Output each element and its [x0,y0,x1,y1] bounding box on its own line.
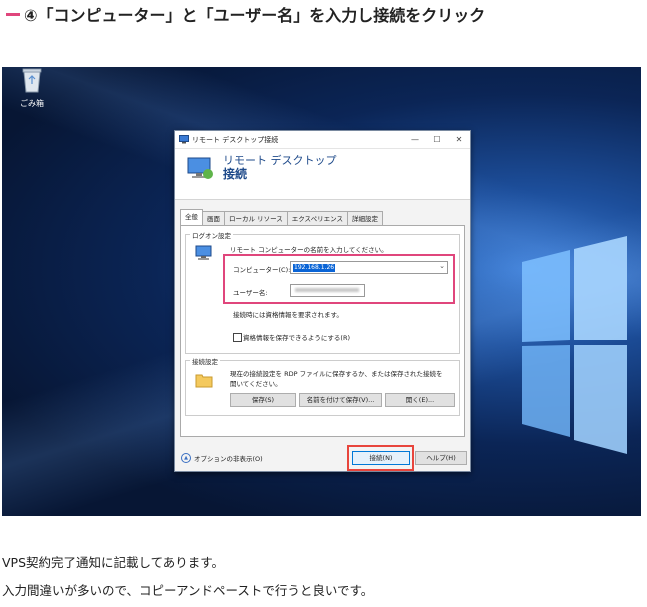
credentials-note: 接続時には資格情報を要求されます。 [233,311,343,319]
options-toggle-label: オプションの非表示(O) [194,455,263,463]
tab-general[interactable]: 全般 [180,209,203,226]
tab-local-resources[interactable]: ローカル リソース [224,211,288,226]
help-button[interactable]: ヘルプ(H) [415,451,467,465]
maximize-icon[interactable]: ☐ [426,135,448,144]
logon-settings-group: ログオン設定 リモート コンピューターの名前を入力してください。 コンピューター… [185,230,460,354]
options-toggle[interactable]: ▲ オプションの非表示(O) [181,453,263,463]
heading-accent-bar [6,12,20,16]
folder-icon [195,374,213,388]
heading-text: ④「コンピューター」と「ユーザー名」を入力し接続をクリック [24,6,486,25]
input-highlight-box [223,254,455,304]
tab-advanced[interactable]: 詳細設定 [346,211,383,226]
banner-title-line1: リモート デスクトップ [223,154,337,167]
tab-display[interactable]: 画面 [202,211,225,226]
save-button[interactable]: 保存(S) [230,393,296,407]
open-button[interactable]: 開く(E)... [385,393,455,407]
dialog-banner: リモート デスクトップ 接続 [175,149,470,200]
save-credentials-label: 資格情報を保存できるようにする(R) [243,334,351,342]
dialog-tabs: 全般 画面 ローカル リソース エクスペリエンス 詳細設定 [180,209,383,226]
chevron-up-icon: ▲ [181,453,191,463]
close-icon[interactable]: ✕ [448,135,470,144]
caption-line-2: 入力間違いが多いので、コピーアンドペーストで行うと良いです。 [2,583,374,598]
caption-line-1: VPS契約完了通知に記載してあります。 [2,555,225,570]
windows-logo-icon [522,232,627,457]
connect-highlight-box [347,445,414,471]
connection-settings-group: 接続設定 現在の接続設定を RDP ファイルに保存するか、または保存された接続を… [185,356,460,416]
recycle-bin-label: ごみ箱 [20,99,44,108]
general-tab-panel: ログオン設定 リモート コンピューターの名前を入力してください。 コンピューター… [180,225,465,437]
minimize-icon[interactable]: — [404,135,426,144]
tab-experience[interactable]: エクスペリエンス [286,211,348,226]
connection-desc-line2: 開いてください。 [230,380,282,388]
dialog-titlebar: リモート デスクトップ接続 — ☐ ✕ [175,131,470,149]
rdp-banner-icon [187,157,213,179]
connection-desc-line1: 現在の接続設定を RDP ファイルに保存するか、または保存された接続を [230,370,443,378]
save-as-button[interactable]: 名前を付けて保存(V)... [299,393,382,407]
save-credentials-checkbox[interactable] [233,333,242,342]
recycle-bin-icon [22,68,42,93]
remote-desktop-dialog: リモート デスクトップ接続 — ☐ ✕ リモート デスクトップ 接続 全般 画面… [174,130,471,472]
logon-group-label: ログオン設定 [190,230,233,240]
dialog-title: リモート デスクトップ接続 [192,135,279,144]
connection-group-label: 接続設定 [190,356,220,366]
rdp-app-icon [179,135,189,144]
computer-icon [195,245,212,260]
banner-title-line2: 接続 [223,167,248,181]
step-heading: ④「コンピューター」と「ユーザー名」を入力し接続をクリック [6,3,485,25]
recycle-bin[interactable]: ごみ箱 [18,67,46,115]
logon-instruction: リモート コンピューターの名前を入力してください。 [230,246,388,254]
desktop-screenshot: ごみ箱 リモート デスクトップ接続 — ☐ ✕ リモート デスクトップ 接続 全… [2,67,641,516]
